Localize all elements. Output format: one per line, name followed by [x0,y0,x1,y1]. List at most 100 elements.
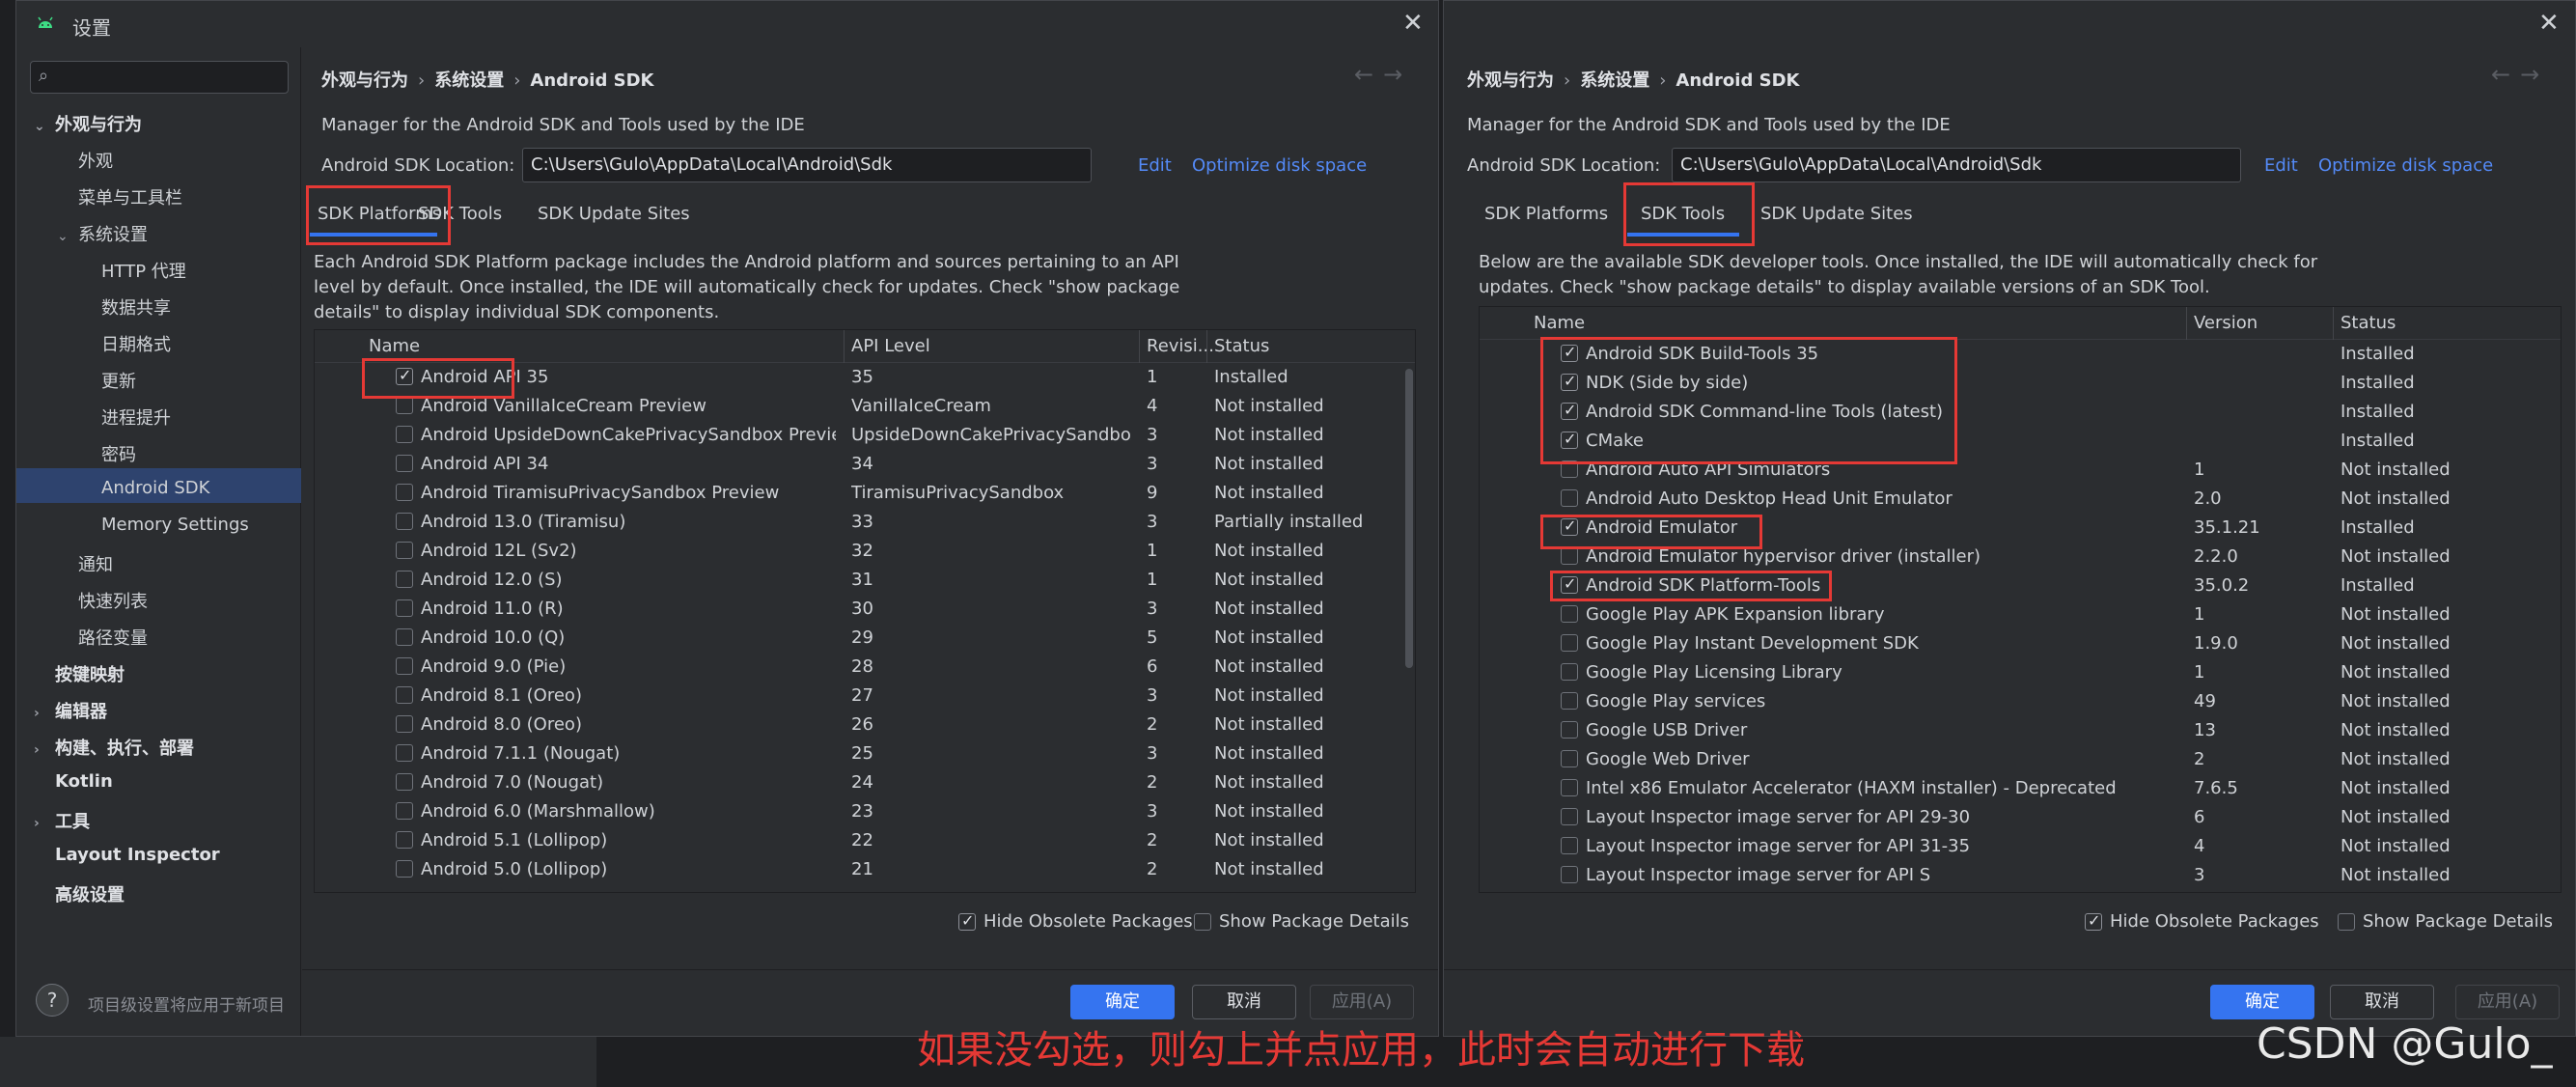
row-checkbox[interactable] [396,860,413,878]
table-row[interactable]: Android 10.0 (Q) 29 5 Not installed [315,624,1415,653]
table-row[interactable]: Intel x86 Emulator Accelerator (HAXM ins… [1480,774,2561,803]
row-checkbox[interactable] [396,686,413,704]
sidebar-item[interactable]: ⌄ 外观与行为 [34,111,142,136]
sidebar-item[interactable]: Kotlin [55,771,113,792]
column-header-version[interactable]: Version [2194,313,2257,333]
tab-sdk-platforms[interactable]: SDK Platforms [1484,204,1608,224]
column-header-api-level[interactable]: API Level [851,336,930,356]
chevron-down-icon[interactable]: ⌄ [34,119,55,134]
show-details-checkbox[interactable] [1194,913,1211,931]
sidebar-item[interactable]: 密码 [101,441,136,466]
ok-button[interactable]: 确定 [1070,985,1175,1019]
table-row[interactable]: Android 7.0 (Nougat) 24 2 Not installed [315,768,1415,797]
row-checkbox[interactable] [396,773,413,791]
sidebar-item[interactable]: Memory Settings [101,515,249,535]
optimize-disk-space-link[interactable]: Optimize disk space [2318,155,2493,176]
sdk-location-field[interactable]: C:\Users\Gulo\AppData\Local\Android\Sdk [522,148,1092,182]
table-row[interactable]: Android 12.0 (S) 31 1 Not installed [315,566,1415,595]
row-checkbox[interactable] [1561,837,1578,854]
hide-obsolete-checkbox[interactable] [958,911,976,931]
chevron-right-icon[interactable]: › [34,706,55,721]
cancel-button[interactable]: 取消 [1192,985,1296,1019]
forward-arrow-icon[interactable]: → [2520,61,2549,88]
sidebar-item[interactable]: 日期格式 [101,331,171,356]
back-arrow-icon[interactable]: ← [2491,61,2520,88]
row-checkbox[interactable] [396,715,413,733]
breadcrumb-item[interactable]: 外观与行为 [1467,70,1554,91]
tab-sdk-update-sites[interactable]: SDK Update Sites [1760,204,1913,224]
sidebar-item[interactable]: 更新 [101,368,136,393]
table-row[interactable]: Android 8.0 (Oreo) 26 2 Not installed [315,711,1415,739]
sidebar-item[interactable]: 按键映射 [55,661,125,686]
sidebar-item[interactable]: HTTP 代理 [101,258,186,283]
ok-button[interactable]: 确定 [2210,985,2314,1019]
table-row[interactable]: Layout Inspector image server for API 29… [1480,803,2561,832]
row-checkbox[interactable] [1561,750,1578,767]
apply-button[interactable]: 应用(A) [1310,985,1414,1019]
row-checkbox[interactable] [396,831,413,849]
table-row[interactable]: Android 9.0 (Pie) 28 6 Not installed [315,653,1415,682]
edit-link[interactable]: Edit [1138,155,1172,176]
row-checkbox[interactable] [1561,634,1578,652]
table-row[interactable]: Android Auto Desktop Head Unit Emulator 2… [1480,485,2561,514]
sidebar-item[interactable]: 快速列表 [78,588,148,613]
sidebar-item[interactable]: 外观 [78,148,113,173]
sidebar-item[interactable]: ⌄ 系统设置 [57,221,148,246]
row-checkbox[interactable] [1561,721,1578,739]
table-scrollbar[interactable] [1405,369,1413,668]
sidebar-item[interactable]: › 构建、执行、部署 [34,735,194,760]
sidebar-item[interactable]: 进程提升 [101,404,171,430]
sidebar-item[interactable]: › 工具 [34,808,90,833]
hide-obsolete-option[interactable]: Hide Obsolete Packages [958,911,1193,932]
table-row[interactable]: Google Play Licensing Library 1 Not instal… [1480,658,2561,687]
row-checkbox[interactable] [396,455,413,472]
row-checkbox[interactable] [1561,692,1578,710]
table-row[interactable]: Android 8.1 (Oreo) 27 3 Not installed [315,682,1415,711]
row-checkbox[interactable] [396,599,413,617]
row-checkbox[interactable] [1561,489,1578,507]
table-row[interactable]: Android 5.0 (Lollipop) 21 2 Not installed [315,855,1415,884]
row-checkbox[interactable] [1561,866,1578,883]
hide-obsolete-checkbox[interactable] [2085,911,2102,931]
row-checkbox[interactable] [1561,663,1578,681]
sidebar-item[interactable]: 通知 [78,551,113,576]
close-icon[interactable]: ✕ [2538,9,2560,38]
column-header-status[interactable]: Status [1214,336,1269,356]
row-checkbox[interactable] [396,426,413,443]
search-input[interactable]: ⌕ [30,61,289,94]
table-row[interactable]: Google Play APK Expansion library 1 Not in… [1480,600,2561,629]
row-checkbox[interactable] [396,571,413,588]
row-checkbox[interactable] [396,542,413,559]
show-details-checkbox[interactable] [2338,913,2355,931]
table-row[interactable]: Google Play services 49 Not installed [1480,687,2561,716]
breadcrumb-item[interactable]: 外观与行为 [321,70,408,91]
edit-link[interactable]: Edit [2264,155,2298,176]
row-checkbox[interactable] [1561,547,1578,565]
sidebar-item[interactable]: Layout Inspector [55,845,220,865]
column-header-name[interactable]: Name [369,336,420,356]
sidebar-item[interactable]: › 编辑器 [34,698,107,723]
sidebar-item[interactable]: 高级设置 [55,881,125,906]
table-row[interactable]: Layout Inspector image server for API 31… [1480,832,2561,861]
breadcrumb-item[interactable]: 系统设置 [1580,70,1649,91]
show-details-option[interactable]: Show Package Details [2338,911,2553,932]
row-checkbox[interactable] [396,484,413,501]
hide-obsolete-option[interactable]: Hide Obsolete Packages [2085,911,2319,932]
row-checkbox[interactable] [1561,808,1578,825]
close-icon[interactable]: ✕ [1402,9,1424,38]
table-row[interactable]: Android API 34 34 3 Not installed [315,450,1415,479]
cancel-button[interactable]: 取消 [2330,985,2434,1019]
row-checkbox[interactable] [396,628,413,646]
table-row[interactable]: Google USB Driver 13 Not installed [1480,716,2561,745]
table-row[interactable]: Android TiramisuPrivacySandbox Preview Ti… [315,479,1415,508]
sidebar-item[interactable]: 菜单与工具栏 [78,184,182,209]
breadcrumb-item[interactable]: 系统设置 [434,70,504,91]
sdk-location-field[interactable]: C:\Users\Gulo\AppData\Local\Android\Sdk [1672,148,2241,182]
column-header-name[interactable]: Name [1534,313,1585,333]
forward-arrow-icon[interactable]: → [1383,61,1412,88]
chevron-right-icon[interactable]: › [34,742,55,758]
table-row[interactable]: Android 11.0 (R) 30 3 Not installed [315,595,1415,624]
table-row[interactable]: Android 6.0 (Marshmallow) 23 3 Not installe… [315,797,1415,826]
optimize-disk-space-link[interactable]: Optimize disk space [1192,155,1367,176]
row-checkbox[interactable] [1561,779,1578,796]
